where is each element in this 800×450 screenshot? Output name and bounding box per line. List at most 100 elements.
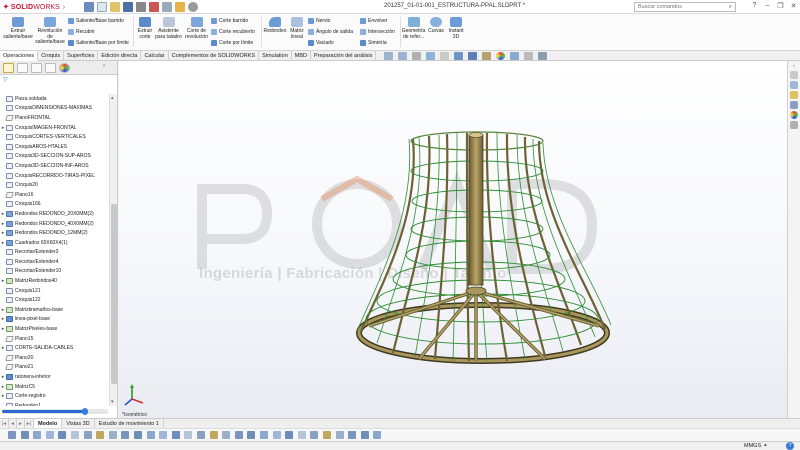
custom-properties-icon[interactable] [790, 121, 798, 129]
tree-item[interactable]: Plano20 [0, 353, 108, 363]
expand-panel-icon[interactable]: › [103, 63, 114, 73]
intersect-button[interactable]: Intersección [360, 29, 395, 35]
feature-freeze-icon[interactable] [335, 431, 344, 439]
tree-item[interactable]: ▸ CroquisIMAGEN-FRONTAL [0, 123, 108, 133]
zoom-to-fit-icon[interactable] [384, 52, 393, 60]
last-tab-icon[interactable]: ▸| [25, 419, 34, 428]
shell-button[interactable]: Vaciado [308, 40, 334, 46]
view-orientation-icon[interactable] [454, 52, 463, 60]
rib-button[interactable]: Nervio [308, 18, 330, 24]
tree-item[interactable]: Recortar/Extender4 [0, 257, 108, 267]
hole-wizard-button[interactable]: Asistente para taladro [155, 17, 182, 40]
swept-cut-button[interactable]: Corte barrido [211, 18, 248, 24]
shaded-sketch-icon[interactable] [247, 431, 256, 439]
extrude-cut-button[interactable]: Extruir corte [135, 17, 155, 40]
new-document-icon[interactable] [97, 2, 107, 12]
trim-icon[interactable] [108, 431, 117, 439]
section-icon[interactable] [260, 431, 268, 439]
design-library-icon[interactable] [790, 81, 798, 89]
arc-icon[interactable] [71, 431, 79, 439]
instant2d-icon[interactable] [234, 431, 243, 439]
curves-button[interactable]: Curvas [427, 17, 445, 35]
lofted-cut-button[interactable]: Corte recubierto [211, 29, 255, 35]
tab-mbd[interactable]: MBD [292, 51, 311, 61]
offset-icon[interactable] [134, 431, 142, 439]
tab-calcular[interactable]: Calcular [141, 51, 169, 61]
select-icon[interactable] [373, 431, 382, 439]
select-icon[interactable] [162, 2, 172, 12]
tools-icon[interactable] [310, 431, 319, 439]
units-indicator[interactable]: MMGS [744, 443, 761, 449]
tab-complementos[interactable]: Complementos de SOLIDWORKS [169, 51, 260, 61]
tree-item[interactable]: CroquisCORTES-VERTICALES [0, 132, 108, 142]
display-style-icon[interactable] [468, 52, 477, 60]
tree-item[interactable]: Pieza soldada [0, 94, 108, 104]
zoom-area-icon[interactable] [398, 52, 407, 60]
tree-item[interactable]: ▸ CORTE-SALIDA-CABLES [0, 343, 108, 353]
tree-item[interactable]: ▸ MatrizC5 [0, 382, 108, 392]
relations-icon[interactable] [184, 431, 193, 439]
mass-properties-icon[interactable] [285, 431, 294, 439]
solidworks-logo[interactable]: ✦ SOLID WORKS › [3, 1, 65, 13]
tree-item[interactable]: Croquis20 [0, 180, 108, 190]
lamp-structure-model[interactable] [349, 121, 619, 366]
horizontal-scroll-thumb[interactable] [2, 410, 86, 413]
pattern-icon[interactable] [159, 431, 168, 439]
help-icon[interactable]: ? [750, 2, 759, 10]
dimxpert-tab-icon[interactable] [45, 63, 56, 73]
tree-item[interactable]: ▸ Matriztiramaños-base [0, 305, 108, 315]
tree-item[interactable]: Recortar/Extender3 [0, 248, 108, 258]
tree-item[interactable]: Plano15 [0, 334, 108, 344]
reference-geometry-button[interactable]: Geometría de refer... [401, 17, 426, 40]
draft-button[interactable]: Ángulo de salida [308, 29, 353, 35]
undo-icon[interactable] [149, 2, 159, 12]
previous-view-icon[interactable] [412, 52, 421, 60]
sketch-tool-icon[interactable] [8, 431, 16, 439]
hide-show-items-icon[interactable] [482, 52, 491, 60]
tree-item[interactable]: Croquis121 [0, 286, 108, 296]
selection-filter-icon[interactable] [360, 431, 369, 439]
tree-item[interactable]: Plano21 [0, 363, 108, 373]
measure-icon[interactable] [272, 431, 281, 439]
print-icon[interactable] [136, 2, 146, 12]
tree-item[interactable]: ▸ Cuadrados 60X60X4(1) [0, 238, 108, 248]
fillet-button[interactable]: Redondeo [263, 17, 287, 35]
check-icon[interactable] [297, 431, 306, 439]
filter-icon[interactable]: ▽ [0, 75, 117, 85]
boundary-boss-button[interactable]: Saliente/Base por límite [68, 40, 129, 46]
boundary-cut-button[interactable]: Corte por límite [211, 40, 253, 46]
tree-item[interactable]: Croquis166 [0, 200, 108, 210]
tree-item[interactable]: ▸ Redondos REDONDO_40X0MM(2) [0, 219, 108, 229]
tree-horizontal-scrollbar[interactable] [2, 408, 108, 415]
graphics-area[interactable]: Ingeniería | Fabricación | Diseño | Tale… [119, 61, 787, 418]
prev-tab-icon[interactable]: ◂ [9, 419, 17, 428]
tree-item[interactable]: CroquisAROS-HTALES [0, 142, 108, 152]
tab-croquis[interactable]: Croquis [38, 51, 65, 61]
rebuild-icon[interactable] [175, 2, 185, 12]
horizontal-scroll-knob[interactable] [82, 408, 88, 415]
first-tab-icon[interactable]: |◂ [0, 419, 10, 428]
quick-snaps-icon[interactable] [209, 431, 218, 439]
loft-button[interactable]: Recubrir [68, 29, 95, 35]
home-icon[interactable] [84, 2, 94, 12]
minimize-icon[interactable]: – [763, 2, 772, 10]
tree-item[interactable]: ▸ MatrizRedondos40 [0, 276, 108, 286]
wrap-button[interactable]: Envolver [360, 18, 387, 24]
revolve-cut-button[interactable]: Corte de revolución [183, 17, 210, 40]
tree-item[interactable]: Redondeo1 [0, 401, 108, 406]
tree-item[interactable]: ▸ Redondos REDONDO_12MM(2) [0, 228, 108, 238]
mirror-entities-icon[interactable] [146, 431, 155, 439]
solidworks-resources-icon[interactable] [790, 71, 798, 79]
rapid-sketch-icon[interactable] [222, 431, 231, 439]
property-manager-tab-icon[interactable] [17, 63, 28, 73]
options-gear-icon[interactable] [188, 2, 198, 12]
feature-manager-tab-icon[interactable] [3, 63, 14, 73]
display-manager-tab-icon[interactable] [59, 63, 70, 73]
units-dropdown-icon[interactable]: ▴ [764, 442, 767, 448]
configuration-manager-tab-icon[interactable] [31, 63, 42, 73]
convert-entities-icon[interactable] [121, 431, 130, 439]
options-icon[interactable] [323, 431, 331, 439]
tree-item[interactable]: Plano16 [0, 190, 108, 200]
tab-estudio-movimiento[interactable]: Estudio de movimiento 1 [95, 419, 164, 428]
tab-modelo[interactable]: Modelo [33, 419, 63, 428]
